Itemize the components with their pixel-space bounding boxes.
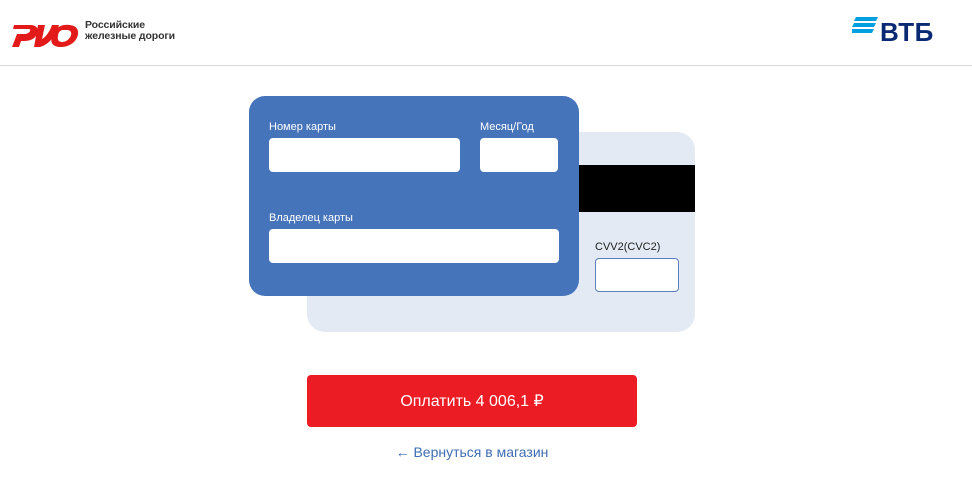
rzd-logo-line2: железные дороги	[85, 30, 176, 42]
card-number-input[interactable]	[269, 138, 460, 172]
rzd-logo-text: Российские железные дороги	[85, 20, 175, 42]
pay-button[interactable]: Оплатить 4 006,1 ₽	[307, 375, 637, 427]
vtb-lines-icon	[852, 17, 878, 33]
card-holder-input[interactable]	[269, 229, 559, 263]
expiry-label: Месяц/Год	[480, 121, 534, 133]
vtb-logo-text: ВТБ	[880, 17, 934, 47]
vtb-logo[interactable]: ВТБ	[852, 16, 936, 47]
card-front: Номер карты Месяц/Год Владелец карты	[249, 96, 579, 296]
rzd-logo[interactable]: Российские железные дороги	[12, 15, 194, 49]
cvv-label: CVV2(CVC2)	[595, 241, 661, 253]
back-to-shop-link[interactable]: ← Вернуться в магазин	[307, 444, 637, 460]
header: Российские железные дороги ВТБ	[0, 0, 972, 66]
rzd-mark-icon	[12, 24, 79, 47]
card-holder-label: Владелец карты	[269, 212, 353, 224]
card-number-label: Номер карты	[269, 121, 336, 133]
cvv-input[interactable]	[595, 258, 679, 292]
expiry-input[interactable]	[480, 138, 558, 172]
